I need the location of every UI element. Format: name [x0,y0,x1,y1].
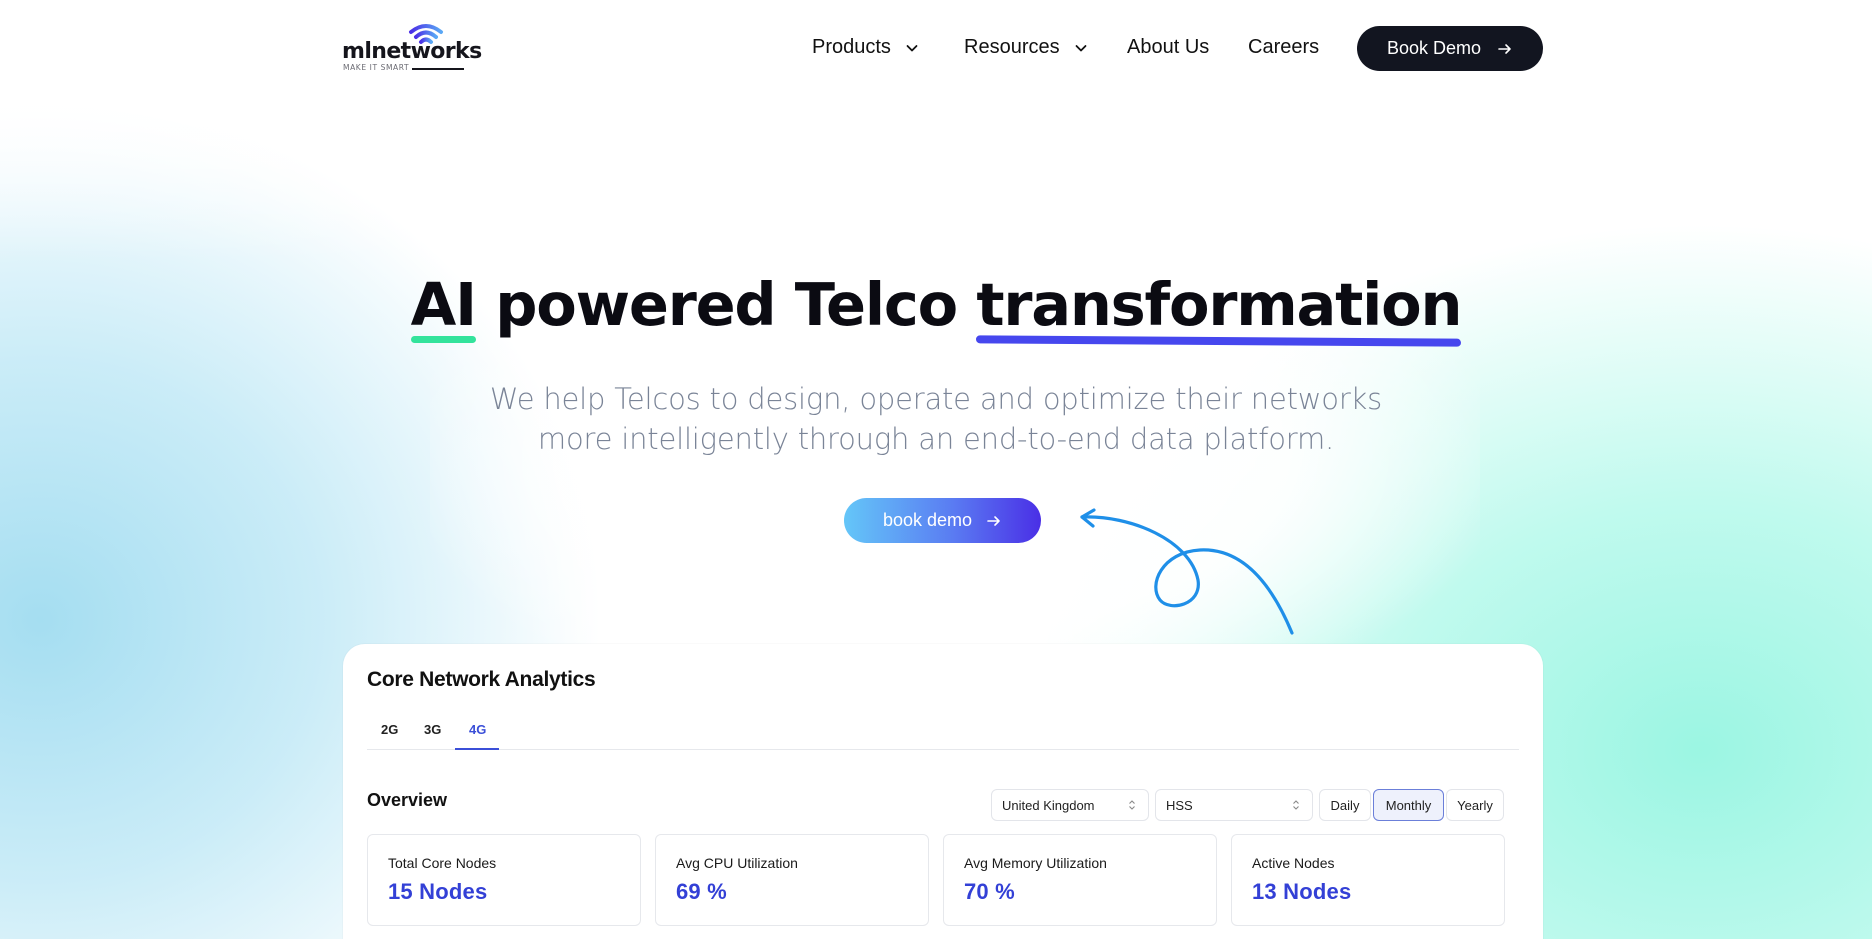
logo[interactable]: mlnetworks MAKE IT SMART [342,22,482,74]
country-select-value: United Kingdom [1002,797,1095,813]
green-underline [410,336,476,343]
tab-2g[interactable]: 2G [381,722,398,737]
network-tabs: 2G 3G 4G [367,714,1519,750]
select-caret-icon [1293,800,1299,810]
stat-label: Active Nodes [1252,855,1335,871]
period-yearly-button[interactable]: Yearly [1446,789,1504,821]
stat-card-avg-cpu: Avg CPU Utilization 69 % [655,834,929,926]
tab-3g[interactable]: 3G [424,722,441,737]
stat-value: 69 % [676,879,727,904]
hero-subtitle: We help Telcos to design, operate and op… [0,379,1872,459]
hero-title-highlight-ai: AI [410,270,477,343]
hero-title: AI powered Telco transformation [0,270,1872,347]
node-type-select-value: HSS [1166,797,1193,813]
logo-underline [412,68,464,70]
country-select[interactable]: United Kingdom [991,789,1149,821]
book-demo-button[interactable]: Book Demo [1357,26,1543,71]
period-daily-button[interactable]: Daily [1319,789,1371,821]
stat-label: Avg Memory Utilization [964,855,1107,871]
hero-cta-label: book demo [882,510,973,530]
dashboard-preview-card: Core Network Analytics 2G 3G 4G Overview… [343,644,1543,939]
decorative-arrow-icon [1080,508,1294,635]
node-type-select[interactable]: HSS [1155,789,1313,821]
active-tab-indicator [455,748,499,750]
hero-subtitle-line-1: We help Telcos to design, operate and op… [489,382,1383,416]
logo-tagline: MAKE IT SMART [343,63,410,72]
hero-title-transformation: transformation [976,270,1462,339]
stat-card-avg-memory: Avg Memory Utilization 70 % [943,834,1217,926]
stat-value: 13 Nodes [1252,879,1352,904]
nav-item-about-us[interactable]: About Us [1127,36,1209,59]
stat-value: 15 Nodes [388,879,488,904]
stat-label: Total Core Nodes [388,855,497,871]
stat-value: 70 % [964,879,1015,904]
stat-card-active-nodes: Active Nodes 13 Nodes [1231,834,1505,926]
site-header: mlnetworks MAKE IT SMART Products Resour… [0,0,1872,100]
stat-label: Avg CPU Utilization [676,855,798,871]
arrow-right-icon [1498,43,1511,54]
nav-item-label: Products [812,36,891,58]
chevron-down-icon [906,44,918,51]
hero-title-middle: powered Telco [475,270,977,339]
book-demo-label: Book Demo [1386,38,1482,58]
chevron-down-icon [1075,44,1087,51]
nav-item-products[interactable]: Products [812,36,919,59]
hero-book-demo-button[interactable]: book demo [844,498,1041,543]
nav-item-resources[interactable]: Resources [964,36,1088,59]
dashboard-title: Core Network Analytics [367,668,596,691]
select-caret-icon [1129,800,1135,810]
stat-card-total-core-nodes: Total Core Nodes 15 Nodes [367,834,641,926]
arrow-right-icon [987,515,1000,526]
hero-title-highlight-transformation: transformation [976,270,1463,347]
nav-item-label: Careers [1248,36,1320,58]
nav-item-label: About Us [1127,36,1210,58]
logo-wordmark: mlnetworks [342,39,482,64]
hero-title-ai: AI [410,270,477,339]
nav-item-label: Resources [964,36,1060,58]
period-monthly-button[interactable]: Monthly [1373,789,1444,821]
hero-subtitle-line-2: more intelligently through an end-to-end… [537,422,1335,456]
tab-4g[interactable]: 4G [469,722,486,737]
nav-item-careers[interactable]: Careers [1248,36,1319,59]
overview-title: Overview [367,790,448,810]
